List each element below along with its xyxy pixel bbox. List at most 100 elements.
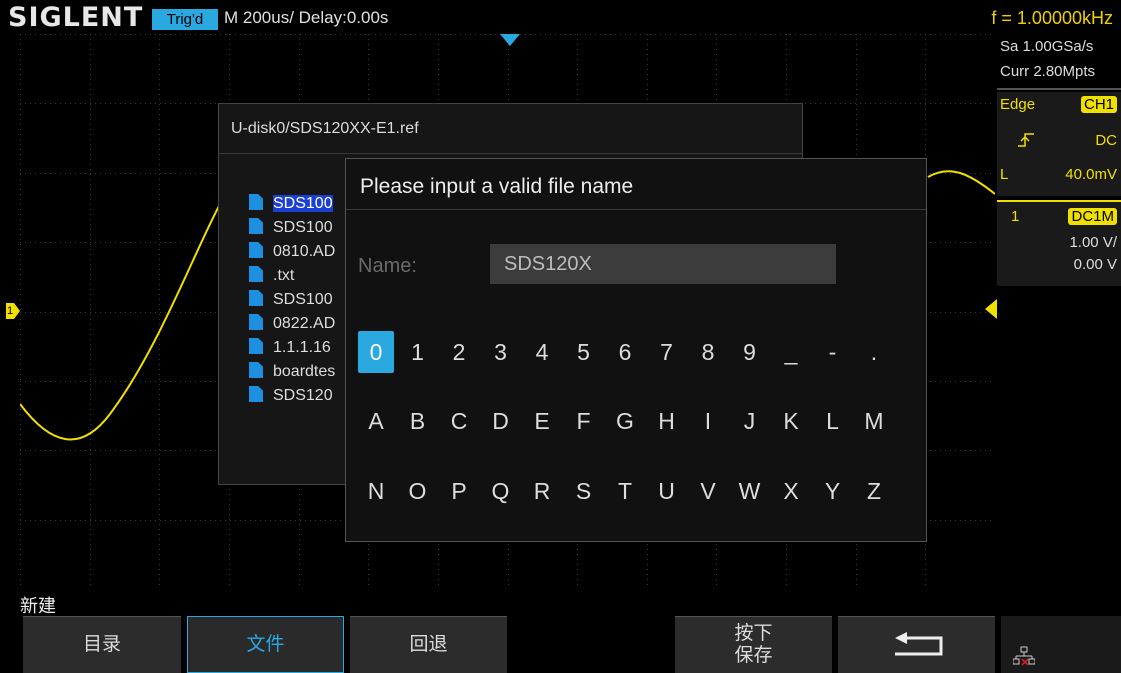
trigger-level-arrow-icon — [985, 299, 997, 319]
keyboard-key[interactable]: K — [773, 400, 809, 442]
keyboard-key[interactable]: P — [441, 470, 477, 512]
file-icon — [249, 218, 263, 234]
filename-input[interactable]: SDS120X — [490, 244, 836, 284]
file-list-item[interactable]: SDS100 — [249, 289, 344, 311]
frequency-readout: f = 1.00000kHz — [991, 8, 1113, 28]
keyboard-key[interactable]: 0 — [358, 331, 394, 373]
keyboard-key[interactable]: L — [815, 400, 851, 442]
keyboard-key[interactable]: Q — [483, 470, 519, 512]
keyboard-key[interactable]: B — [400, 400, 436, 442]
file-list-item[interactable]: 1.1.1.16 — [249, 337, 344, 359]
filename-input-dialog: Please input a valid file name Name: SDS… — [345, 158, 927, 542]
file-list-item[interactable]: SDS120 — [249, 385, 344, 407]
directory-softkey[interactable]: 目录 — [23, 616, 181, 673]
channel-offset: 0.00 V — [1073, 256, 1117, 273]
keyboard-key[interactable]: S — [566, 470, 602, 512]
keyboard-key[interactable]: C — [441, 400, 477, 442]
press-save-softkey[interactable]: 按下 保存 — [675, 616, 832, 673]
file-name: 0810.AD — [273, 243, 336, 260]
press-save-line1: 按下 — [734, 623, 773, 644]
keyboard-key[interactable]: 7 — [649, 331, 685, 373]
trigger-level-marker — [985, 299, 997, 324]
keyboard-key[interactable]: G — [607, 400, 643, 442]
file-icon — [249, 338, 263, 354]
file-list-item[interactable]: SDS100 — [249, 217, 344, 239]
keyboard-key[interactable]: 9 — [732, 331, 768, 373]
keyboard-key[interactable]: Y — [815, 470, 851, 512]
file-name: SDS100 — [273, 219, 333, 236]
back-softkey[interactable]: 回退 — [350, 616, 507, 673]
keyboard-key[interactable]: 4 — [524, 331, 560, 373]
keyboard-key[interactable]: 6 — [607, 331, 643, 373]
keyboard-key[interactable]: A — [358, 400, 394, 442]
file-list-item[interactable]: 0810.AD — [249, 241, 344, 263]
keyboard-key[interactable]: D — [483, 400, 519, 442]
keyboard-key[interactable]: E — [524, 400, 560, 442]
keyboard-key[interactable]: 5 — [566, 331, 602, 373]
file-icon — [249, 194, 263, 210]
file-name: 0822.AD — [273, 315, 336, 332]
file-icon — [249, 362, 263, 378]
channel-number: 1 — [1011, 208, 1020, 225]
file-icon — [249, 290, 263, 306]
keyboard-key[interactable]: H — [649, 400, 685, 442]
timebase-readout: M 200us/ Delay:0.00s — [224, 8, 389, 27]
keyboard-key[interactable]: N — [358, 470, 394, 512]
network-icon — [1013, 646, 1035, 666]
dialog-title: Please input a valid file name — [360, 175, 634, 198]
keyboard-key[interactable]: J — [732, 400, 768, 442]
channel1-trace-right — [927, 170, 995, 195]
file-list-item[interactable]: .txt — [249, 265, 344, 287]
file-list-item[interactable]: 0822.AD — [249, 313, 344, 335]
keyboard-key[interactable]: - — [815, 331, 851, 373]
file-path: U-disk0/SDS120XX-E1.ref — [231, 120, 419, 137]
keyboard-key[interactable]: R — [524, 470, 560, 512]
menu-title: 新建 — [20, 596, 56, 616]
keyboard-key[interactable]: M — [856, 400, 892, 442]
file-name: SDS120 — [273, 387, 333, 404]
file-list-item[interactable]: SDS100 — [249, 193, 344, 215]
keyboard-key[interactable]: 8 — [690, 331, 726, 373]
trigger-status-badge: Trig'd — [152, 9, 218, 30]
channel1-panel[interactable]: 1 DC1M 1.00 V/ 0.00 V — [997, 200, 1121, 286]
trigger-level-label: L — [1000, 166, 1009, 183]
keyboard-key[interactable]: 3 — [483, 331, 519, 373]
name-label: Name: — [358, 255, 417, 277]
keyboard-key[interactable]: 2 — [441, 331, 477, 373]
keyboard-key[interactable]: _ — [773, 331, 809, 373]
trigger-panel[interactable]: Edge CH1 DC L 40.0mV — [997, 92, 1121, 196]
keyboard-key[interactable]: I — [690, 400, 726, 442]
file-icon — [249, 266, 263, 282]
keyboard-key[interactable]: T — [607, 470, 643, 512]
return-softkey[interactable] — [838, 616, 995, 673]
divider — [219, 153, 802, 154]
trigger-level-value: 40.0mV — [1065, 166, 1117, 183]
file-name: SDS100 — [273, 291, 333, 308]
keyboard-key[interactable]: X — [773, 470, 809, 512]
return-arrow-icon — [894, 631, 942, 656]
channel1-trace — [20, 173, 242, 441]
trigger-source-badge: CH1 — [1080, 96, 1117, 113]
keyboard-key[interactable]: U — [649, 470, 685, 512]
channel-coupling-badge: DC1M — [1068, 208, 1117, 225]
file-icon — [249, 386, 263, 402]
keyboard-key[interactable]: 1 — [400, 331, 436, 373]
rising-edge-icon — [1018, 133, 1034, 147]
keyboard-key[interactable]: W — [732, 470, 768, 512]
file-list-item[interactable]: boardtes — [249, 361, 344, 383]
keyboard-key[interactable]: Z — [856, 470, 892, 512]
file-name: 1.1.1.16 — [273, 339, 331, 356]
keyboard-key[interactable]: . — [856, 331, 892, 373]
channel1-ground-marker: 1 — [6, 303, 20, 319]
brand-logo: SIGLENT — [8, 2, 144, 33]
channel-marker-label: 1 — [7, 305, 14, 317]
divider — [346, 209, 926, 210]
file-icon — [249, 314, 263, 330]
network-status — [1001, 616, 1121, 673]
top-status-bar: SIGLENT Trig'd M 200us/ Delay:0.00s f = … — [0, 0, 1121, 34]
keyboard-key[interactable]: O — [400, 470, 436, 512]
file-softkey[interactable]: 文件 — [187, 616, 344, 673]
keyboard-key[interactable]: V — [690, 470, 726, 512]
file-name: boardtes — [273, 363, 336, 380]
keyboard-key[interactable]: F — [566, 400, 602, 442]
